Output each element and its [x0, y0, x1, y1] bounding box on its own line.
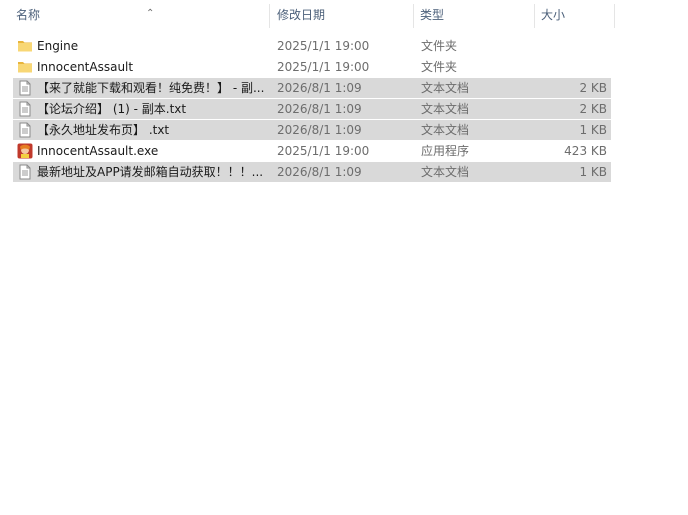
file-row[interactable]: 最新地址及APP请发邮箱自动获取！！！... 2026/8/1 1:09 文本文档 1… [13, 162, 611, 182]
file-row[interactable]: InnocentAssault.exe 2025/1/1 19:00 应用程序 423… [13, 141, 611, 161]
file-type: 文本文档 [421, 81, 470, 95]
column-header-date[interactable]: 修改日期 [271, 0, 414, 31]
file-type: 文本文档 [421, 102, 470, 116]
text-file-icon [17, 80, 33, 96]
file-row[interactable]: InnocentAssault 2025/1/1 19:00 文件夹 [13, 57, 611, 77]
file-name: InnocentAssault.exe [37, 144, 159, 158]
sort-up-icon: ⌃ [146, 8, 155, 19]
text-file-icon [17, 101, 33, 117]
column-header-type-label: 类型 [420, 8, 445, 22]
file-type: 文本文档 [421, 165, 470, 179]
file-type: 应用程序 [421, 144, 470, 158]
column-header-size[interactable]: 大小 [535, 0, 615, 31]
file-name: InnocentAssault [37, 60, 134, 74]
column-header-name-label: 名称 [16, 8, 41, 22]
file-name: 【来了就能下载和观看！纯免费！】 - 副... [37, 81, 265, 95]
text-file-icon [17, 122, 33, 138]
file-size: 423 KB [564, 144, 607, 158]
file-row[interactable]: 【论坛介绍】 (1) - 副本.txt 2026/8/1 1:09 文本文档 2 KB [13, 99, 611, 119]
file-date: 2026/8/1 1:09 [277, 165, 362, 179]
folder-icon [17, 38, 33, 54]
file-date: 2025/1/1 19:00 [277, 144, 370, 158]
column-header-size-label: 大小 [541, 8, 566, 22]
file-name: 【论坛介绍】 (1) - 副本.txt [37, 102, 187, 116]
column-header-date-label: 修改日期 [277, 8, 326, 22]
file-type: 文件夹 [421, 39, 458, 53]
folder-icon [17, 59, 33, 75]
app-icon [17, 143, 33, 159]
file-type: 文本文档 [421, 123, 470, 137]
text-file-icon [17, 164, 33, 180]
file-date: 2026/8/1 1:09 [277, 123, 362, 137]
file-date: 2026/8/1 1:09 [277, 81, 362, 95]
file-name: 【永久地址发布页】 .txt [37, 123, 170, 137]
file-type: 文件夹 [421, 60, 458, 74]
file-size: 1 KB [579, 165, 607, 179]
file-size: 2 KB [579, 81, 607, 95]
file-date: 2025/1/1 19:00 [277, 39, 370, 53]
file-size: 2 KB [579, 102, 607, 116]
column-divider[interactable] [614, 4, 615, 28]
file-name: 最新地址及APP请发邮箱自动获取！！！... [37, 165, 264, 179]
file-name: Engine [37, 39, 79, 53]
column-header-bar: 名称 ⌃ 修改日期 类型 大小 [0, 0, 688, 32]
file-row[interactable]: Engine 2025/1/1 19:00 文件夹 [13, 36, 611, 56]
file-row[interactable]: 【永久地址发布页】 .txt 2026/8/1 1:09 文本文档 1 KB [13, 120, 611, 140]
file-date: 2026/8/1 1:09 [277, 102, 362, 116]
column-divider[interactable] [269, 4, 270, 28]
file-date: 2025/1/1 19:00 [277, 60, 370, 74]
file-size: 1 KB [579, 123, 607, 137]
column-header-type[interactable]: 类型 [414, 0, 535, 31]
file-row[interactable]: 【来了就能下载和观看！纯免费！】 - 副... 2026/8/1 1:09 文本文档… [13, 78, 611, 98]
column-header-name[interactable]: 名称 ⌃ [10, 0, 270, 31]
